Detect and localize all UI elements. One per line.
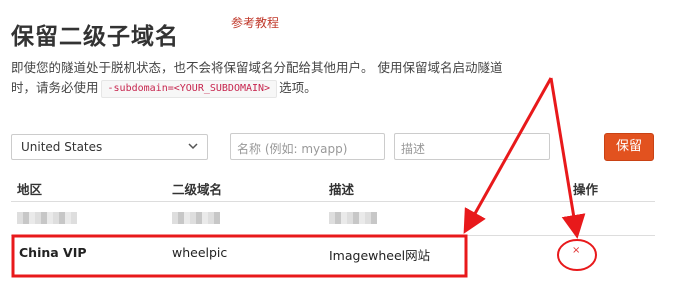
page-description: 即使您的隧道处于脱机状态，也不会将保留域名分配给其他用户。 使用保留域名启动隧道… — [11, 58, 521, 98]
description-input[interactable]: 描述 — [394, 133, 550, 160]
column-header-description: 描述 — [329, 182, 355, 197]
subdomain-code-chip: -subdomain=<YOUR_SUBDOMAIN> — [100, 79, 278, 98]
delete-button[interactable]: × — [572, 246, 580, 256]
annotation-arrow-to-delete — [549, 77, 586, 239]
chevron-down-icon — [188, 143, 198, 150]
header-divider — [11, 201, 655, 202]
reserve-button[interactable]: 保留 — [604, 133, 654, 161]
row-region: China VIP — [19, 245, 87, 260]
row-description: Imagewheel网站 — [329, 248, 431, 263]
region-select-value: United States — [21, 140, 103, 154]
reference-tutorial-link[interactable]: 参考教程 — [231, 14, 279, 31]
page-title: 保留二级子域名 — [11, 24, 179, 50]
subdomain-name-input[interactable]: 名称 (例如: myapp) — [230, 133, 385, 160]
description-text-end: 选项。 — [279, 80, 317, 95]
column-header-action: 操作 — [573, 182, 599, 197]
region-select[interactable]: United States — [11, 134, 208, 160]
blurred-row-description — [329, 212, 377, 224]
row-subdomain: wheelpic — [172, 245, 228, 260]
blurred-row-subdomain — [172, 212, 220, 224]
column-header-region: 地区 — [17, 182, 43, 197]
row-divider — [11, 235, 655, 236]
blurred-row-region — [17, 212, 77, 224]
column-header-subdomain: 二级域名 — [172, 182, 223, 197]
